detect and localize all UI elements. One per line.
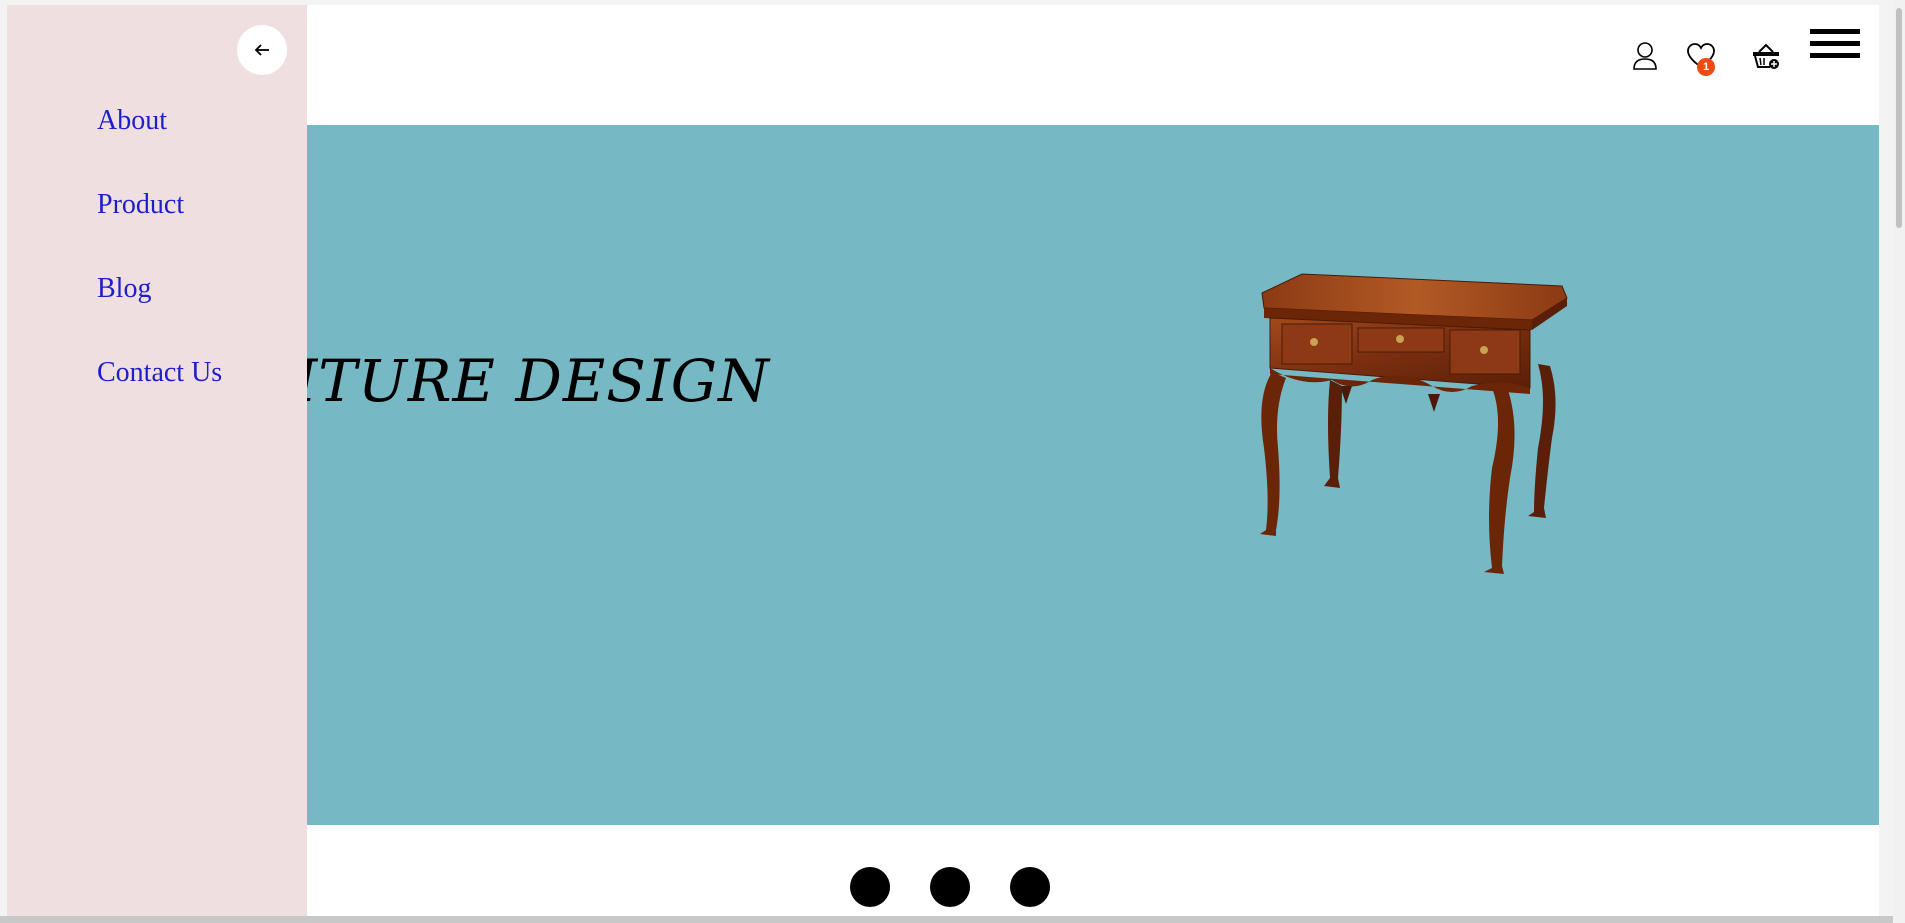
basket-icon bbox=[1753, 43, 1779, 69]
sidebar-item-product: Product bbox=[97, 189, 222, 273]
horizontal-scrollbar[interactable] bbox=[0, 916, 1893, 923]
carousel-dot-1[interactable] bbox=[850, 867, 890, 907]
carousel-dots bbox=[850, 867, 1050, 907]
nav-link-contact-us[interactable]: Contact Us bbox=[97, 357, 222, 388]
vertical-scrollbar-thumb[interactable] bbox=[1896, 8, 1902, 228]
nav-link-about[interactable]: About bbox=[97, 105, 167, 136]
arrow-left-icon bbox=[254, 44, 269, 56]
furniture-table-image bbox=[1260, 273, 1568, 574]
nav-link-blog[interactable]: Blog bbox=[97, 273, 151, 304]
sidebar-item-contact: Contact Us bbox=[97, 357, 222, 441]
sidebar-item-blog: Blog bbox=[97, 273, 222, 357]
hamburger-line bbox=[1810, 53, 1860, 58]
hamburger-line bbox=[1810, 41, 1860, 46]
user-icon[interactable] bbox=[1627, 38, 1663, 74]
sidebar-item-about: About bbox=[97, 105, 222, 189]
cart-button[interactable] bbox=[1748, 38, 1784, 74]
page: 1 ST FURNITURE DESIGN About Product Blog… bbox=[0, 0, 1905, 923]
carousel-dot-3[interactable] bbox=[1010, 867, 1050, 907]
vertical-scrollbar[interactable] bbox=[1893, 0, 1905, 923]
wishlist-count-badge: 1 bbox=[1697, 58, 1715, 76]
sidebar-menu: About Product Blog Contact Us bbox=[7, 5, 307, 918]
hamburger-icon[interactable] bbox=[1810, 29, 1860, 69]
sidebar-close-button[interactable] bbox=[237, 25, 287, 75]
nav-link-product[interactable]: Product bbox=[97, 189, 184, 220]
user-icon-svg bbox=[1633, 42, 1657, 70]
sidebar-nav: About Product Blog Contact Us bbox=[97, 105, 222, 441]
wishlist-button[interactable]: 1 bbox=[1683, 38, 1719, 76]
carousel-dot-2[interactable] bbox=[930, 867, 970, 907]
hamburger-line bbox=[1810, 29, 1860, 34]
